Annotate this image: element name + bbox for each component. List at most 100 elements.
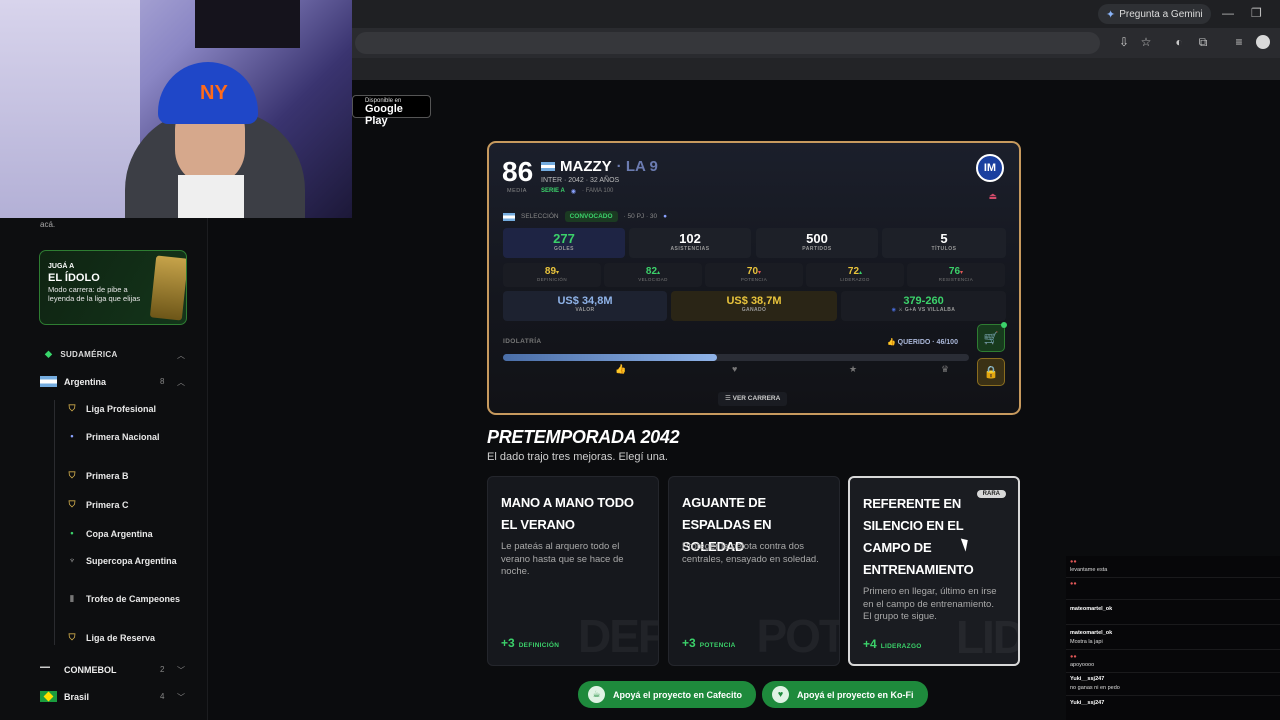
league-primera-c[interactable]: ⛉ Primera C xyxy=(66,499,191,511)
idolatria-progress xyxy=(503,354,969,361)
shield-icon: ⛉ xyxy=(68,632,76,642)
dot-icon: • xyxy=(70,431,74,441)
el-idolo-promo[interactable]: JUGÁ A EL ÍDOLO Modo carrera: de pibe a … xyxy=(39,250,187,325)
trophy-icon: ▮ xyxy=(69,593,75,603)
bonus-value: +3 xyxy=(682,636,696,650)
exit-icon[interactable]: ⏏ xyxy=(988,191,997,202)
player-name: MAZZY xyxy=(560,158,612,175)
stat-value: 500 xyxy=(806,231,828,246)
tree-line xyxy=(54,400,55,645)
preseason-title: PRETEMPORADA 2042 xyxy=(487,427,680,447)
inter-club-badge-icon: IM xyxy=(976,154,1004,182)
chat-separator xyxy=(1066,672,1280,673)
chat-message: Yuki__ssj247 xyxy=(1070,676,1105,682)
sidebar-hint: acá. xyxy=(40,220,56,229)
ganado-label: GANADO xyxy=(741,307,767,313)
country-argentina[interactable]: Argentina xyxy=(40,376,106,387)
thumbs-up-icon: 👍 xyxy=(615,364,627,374)
league-logo-icon: ◉ xyxy=(570,189,577,195)
extension-icon[interactable]: ◐ xyxy=(1172,35,1186,49)
stat-goles: 277 GOLES xyxy=(503,228,625,258)
brasil-count: 4 xyxy=(160,692,165,701)
profile-avatar[interactable] xyxy=(1256,35,1270,49)
idolatria-status-row: 👍 QUERIDO · 46/100 xyxy=(887,338,958,346)
chevron-down-icon[interactable]: ﹀ xyxy=(177,692,185,703)
promo-desc: Modo carrera: de pibe a leyenda de la li… xyxy=(48,285,141,303)
league-primera-nacional[interactable]: • Primera Nacional xyxy=(66,431,191,443)
league-liga-de-reserva[interactable]: ⛉ Liga de Reserva xyxy=(66,632,191,644)
webcam-wall xyxy=(0,0,140,218)
chat-message: Yuki__ssj247 xyxy=(1070,700,1105,706)
brasil-flag-icon xyxy=(40,691,57,702)
player-card-icon xyxy=(149,255,186,321)
kofi-label: Apoyá el proyecto en Ko-Fi xyxy=(797,689,914,700)
perk-title: MANO A MANO TODO EL VERANO xyxy=(501,495,634,532)
attr-label: LIDERAZGO xyxy=(840,277,870,282)
locker-button[interactable]: 🔒 xyxy=(977,358,1005,386)
cafecito-button[interactable]: ☕ Apoyá el proyecto en Cafecito xyxy=(578,681,757,708)
kofi-button[interactable]: ♥ Apoyá el proyecto en Ko-Fi xyxy=(762,681,928,708)
attr-label: VELOCIDAD xyxy=(638,277,668,282)
country-brasil[interactable]: Brasil xyxy=(40,691,89,702)
cup-icon: • xyxy=(70,528,74,538)
fame: · FAMA 100 xyxy=(582,188,614,194)
bonus-label: LIDERAZGO xyxy=(880,643,922,650)
chat-message: no ganas ni en pedo xyxy=(1070,685,1120,691)
crown-icon: ♛ xyxy=(941,364,950,374)
country-label: Brasil xyxy=(64,691,90,702)
country-label: CONMEBOL xyxy=(64,664,117,675)
league-liga-profesional[interactable]: ⛉ Liga Profesional xyxy=(66,403,191,415)
ver-carrera-button[interactable]: ☰ VER CARRERA xyxy=(718,392,788,406)
cafecito-icon: ☕ xyxy=(588,686,605,703)
trophy-icon: ♆ xyxy=(68,555,76,565)
cap-logo: NY xyxy=(200,82,228,104)
chat-separator xyxy=(1066,577,1280,578)
chat-message: ●● xyxy=(1070,654,1077,661)
chevron-up-icon[interactable]: ︿ xyxy=(177,350,185,361)
heart-icon: ♥ xyxy=(732,364,738,374)
league-primera-b[interactable]: ⛉ Primera B xyxy=(66,470,191,482)
install-icon[interactable]: ⇩ xyxy=(1117,35,1131,49)
chevron-down-icon[interactable]: ﹀ xyxy=(177,665,185,676)
stat-label: PARTIDOS xyxy=(802,246,832,252)
perk-card-potencia[interactable]: AGUANTE DE ESPALDAS EN SOLEDAD Proteger … xyxy=(668,476,840,666)
perk-title: REFERENTE EN SILENCIO EN EL CAMPO DE ENT… xyxy=(863,496,974,577)
puzzle-icon[interactable]: ⧉ xyxy=(1196,35,1210,49)
league-trofeo-de-campeones[interactable]: ▮ Trofeo de Campeones xyxy=(66,593,191,605)
location-pin-icon: ⬥ xyxy=(45,349,53,360)
bookmark-star-icon[interactable]: ☆ xyxy=(1139,35,1153,49)
google-play-badge[interactable]: Disponible en Google Play xyxy=(352,95,431,127)
overall-rating: 86 xyxy=(502,156,534,187)
record-box: 379-260 ◉ ⚔ G+A VS VILLALBA xyxy=(841,291,1006,321)
idolatria-progress-fill xyxy=(503,354,718,361)
restore-icon[interactable]: ❐ xyxy=(1251,6,1262,20)
attr-value: 70▾ xyxy=(746,266,762,277)
perk-card-liderazgo[interactable]: RARA REFERENTE EN SILENCIO EN EL CAMPO D… xyxy=(848,476,1020,666)
league-label: Primera C xyxy=(86,499,129,510)
minimize-icon[interactable]: — xyxy=(1222,6,1234,20)
argentina-flag-icon xyxy=(541,162,555,171)
address-bar[interactable] xyxy=(355,32,1100,54)
overall-label: MEDIA xyxy=(507,188,527,194)
cart-icon: 🛒 xyxy=(983,331,999,345)
perk-bonus: +3 DEFINICIÓN xyxy=(501,636,559,650)
stream-chat-overlay: ●● levantame esta ●● mateomartel_ok mate… xyxy=(1066,556,1280,720)
chat-separator xyxy=(1066,695,1280,696)
gemini-button[interactable]: ✦ Pregunta a Gemini xyxy=(1098,4,1211,24)
stat-value: 5 xyxy=(940,231,948,246)
section-label: SUDAMÉRICA xyxy=(60,350,118,359)
section-sudamerica[interactable]: ⬥ SUDAMÉRICA xyxy=(45,349,118,360)
league-copa-argentina[interactable]: • Copa Argentina xyxy=(66,528,191,540)
kofi-heart-icon: ♥ xyxy=(772,686,789,703)
shield-icon: ⛉ xyxy=(68,403,76,413)
country-conmebol[interactable]: ▬▬ CONMEBOL xyxy=(40,664,117,675)
league-supercopa-argentina[interactable]: ♆ Supercopa Argentina xyxy=(66,555,191,567)
perk-desc: Le pateás al arquero todo el verano hast… xyxy=(501,541,624,577)
league-tag: SERIE A xyxy=(541,188,565,194)
media-icon[interactable]: ≡ xyxy=(1232,35,1246,49)
bonus-label: POTENCIA xyxy=(699,642,736,649)
chevron-up-icon[interactable]: ︿ xyxy=(177,377,185,388)
perk-card-definicion[interactable]: MANO A MANO TODO EL VERANO Le pateás al … xyxy=(487,476,659,666)
attr-value: 76▾ xyxy=(948,266,964,277)
shop-button[interactable]: 🛒 xyxy=(977,322,1007,352)
